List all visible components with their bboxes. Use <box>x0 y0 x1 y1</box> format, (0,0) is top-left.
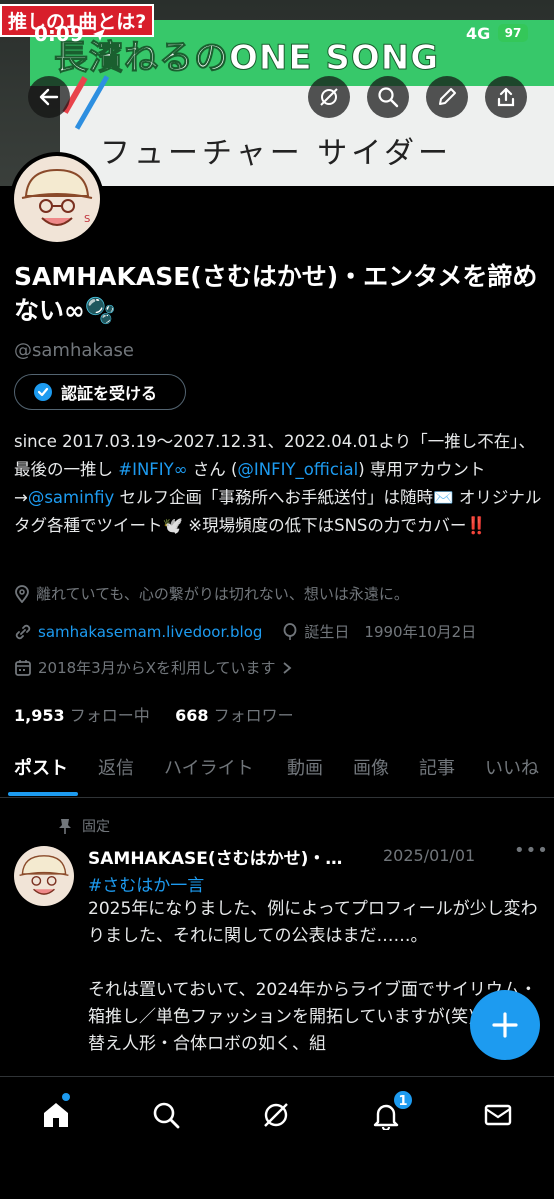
status-time: 0:09 <box>34 22 84 46</box>
search-profile-button[interactable] <box>367 76 409 118</box>
plus-icon <box>492 1012 518 1038</box>
profile-avatar[interactable]: S <box>10 152 104 246</box>
followers-label: フォロワー <box>213 706 294 725</box>
bio-text: さん ( <box>187 460 238 479</box>
tab-posts[interactable]: ポスト <box>14 754 68 780</box>
followers-link[interactable]: 668 フォロワー <box>175 706 294 725</box>
verified-badge-icon <box>34 383 52 401</box>
website-birthday-row: samhakasemam.livedoor.blog 誕生日 1990年10月2… <box>14 621 476 642</box>
bottom-navigation: 1 <box>0 1076 554 1199</box>
profile-name: SAMHAKASE(さむはかせ)・エンタメを諦めない∞🫧 <box>14 262 538 325</box>
banner-title: 長濱ねるのONE SONG <box>53 38 440 79</box>
nav-search[interactable] <box>146 1095 186 1135</box>
follow-stats: 1,953 フォロー中 668 フォロワー <box>14 702 294 726</box>
get-verified-button[interactable]: 認証を受ける <box>14 374 186 410</box>
tab-images[interactable]: 画像 <box>353 754 389 780</box>
edit-button[interactable] <box>426 76 468 118</box>
notification-badge: 1 <box>392 1089 414 1111</box>
network-label: 4G <box>466 24 491 43</box>
post-avatar[interactable] <box>14 846 74 906</box>
compose-post-button[interactable] <box>470 990 540 1060</box>
tab-likes[interactable]: いいね <box>485 754 539 780</box>
profile-bio: since 2017.03.19～2027.12.31、2022.04.01より… <box>14 428 544 540</box>
location-text: 離れていても、心の繋がりは切れない、想いは永遠に。 <box>36 585 409 603</box>
pinned-indicator: 固定 <box>58 816 110 836</box>
joined-text: 2018年3月からXを利用しています <box>38 659 276 677</box>
home-icon <box>44 1103 68 1127</box>
profile-tabs: ポスト 返信 ハイライト 動画 画像 記事 いいね <box>0 746 554 798</box>
tab-videos[interactable]: 動画 <box>287 754 323 780</box>
home-unread-dot <box>62 1093 70 1101</box>
location-arrow-icon <box>93 29 105 41</box>
birthday-text: 誕生日 1990年10月2日 <box>304 623 477 641</box>
grok-icon <box>264 1103 288 1127</box>
arrow-left-icon <box>39 88 59 106</box>
followers-count: 668 <box>175 706 209 725</box>
bio-hashtag-link[interactable]: #INFIY∞ <box>118 460 187 479</box>
calendar-icon <box>15 659 31 676</box>
messages-icon <box>484 1104 512 1126</box>
search-icon <box>153 1102 180 1129</box>
location-pin-icon <box>15 584 29 603</box>
grok-button[interactable] <box>308 76 350 118</box>
svg-text:S: S <box>84 214 90 225</box>
location-row: 離れていても、心の繋がりは切れない、想いは永遠に。 <box>14 583 409 604</box>
tab-highlights[interactable]: ハイライト <box>164 754 254 780</box>
post-paragraph: 2025年になりました、例によってプロフィールが少し変わりました、それに関しての… <box>88 899 538 946</box>
grok-icon <box>320 88 338 106</box>
pin-icon <box>59 819 71 834</box>
following-count: 1,953 <box>14 706 65 725</box>
get-verified-label: 認証を受ける <box>61 384 158 403</box>
pencil-icon <box>439 88 456 105</box>
following-label: フォロー中 <box>69 706 150 725</box>
following-link[interactable]: 1,953 フォロー中 <box>14 706 150 725</box>
profile-handle: @samhakase <box>14 340 134 361</box>
share-icon <box>497 87 515 107</box>
nav-messages[interactable] <box>478 1095 518 1135</box>
post-hashtag-link[interactable]: #さむはか一言 <box>88 871 204 896</box>
bio-mention-link[interactable]: @saminfiy <box>28 488 114 507</box>
website-link[interactable]: samhakasemam.livedoor.blog <box>38 623 262 641</box>
battery-indicator: 97 <box>498 24 528 42</box>
post-date[interactable]: 2025/01/01 <box>383 846 475 865</box>
post-more-button[interactable]: ••• <box>514 840 549 861</box>
banner-handwriting: フューチャー サイダー <box>100 136 453 171</box>
chevron-right-icon <box>282 661 291 674</box>
tab-replies[interactable]: 返信 <box>98 754 134 780</box>
avatar-image: S <box>14 156 100 242</box>
bio-mention-link[interactable]: @INFIY_official <box>237 460 358 479</box>
pinned-label: 固定 <box>82 819 110 835</box>
link-icon <box>15 624 31 639</box>
search-icon <box>378 87 399 108</box>
joined-row[interactable]: 2018年3月からXを利用しています <box>14 657 292 678</box>
post-body[interactable]: 2025年になりました、例によってプロフィールが少し変わりました、それに関しての… <box>88 896 538 1076</box>
share-button[interactable] <box>485 76 527 118</box>
post-author-name[interactable]: SAMHAKASE(さむはかせ)・… <box>88 844 388 869</box>
tab-articles[interactable]: 記事 <box>419 754 455 780</box>
balloon-icon <box>284 622 297 640</box>
active-tab-indicator <box>8 792 78 796</box>
nav-home[interactable] <box>36 1095 76 1135</box>
nav-grok[interactable] <box>256 1095 296 1135</box>
back-button[interactable] <box>28 76 70 118</box>
